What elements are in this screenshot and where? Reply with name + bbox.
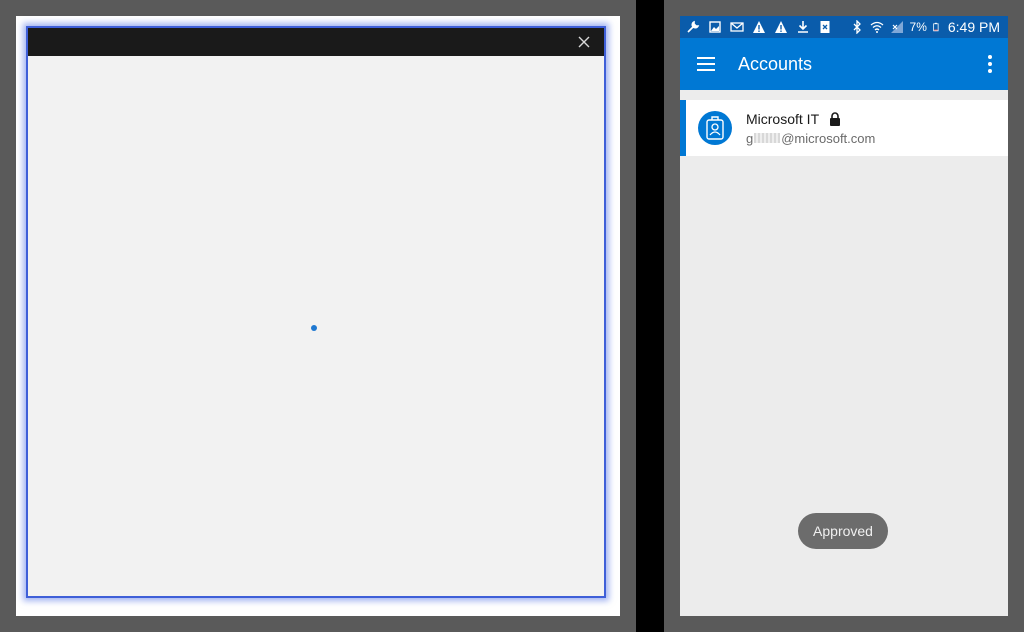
download-icon: [798, 21, 808, 33]
divider: [636, 0, 664, 632]
battery-percent: 7%: [909, 20, 927, 34]
app-bar: Accounts: [680, 38, 1008, 90]
warning-icon: [775, 21, 787, 33]
mail-icon: [730, 22, 744, 32]
email-domain: @microsoft.com: [781, 130, 876, 146]
sign-in-dialog: [26, 26, 606, 598]
close-icon[interactable]: [574, 32, 594, 52]
bluetooth-icon: [853, 20, 861, 34]
redacted-text: [754, 133, 781, 143]
lock-icon: [830, 111, 841, 126]
phone-background: 7% 6:49 PM Accounts Microsoft IT g @micr…: [664, 0, 1024, 632]
desktop-background: [0, 0, 636, 632]
loading-indicator: [311, 325, 317, 331]
hamburger-menu-icon[interactable]: [694, 52, 718, 76]
account-email: g @microsoft.com: [746, 131, 875, 146]
warning-icon: [753, 21, 765, 33]
toast-message: Approved: [798, 513, 888, 549]
email-prefix: g: [746, 130, 754, 146]
image-icon: [709, 21, 721, 33]
dialog-content: [28, 56, 604, 596]
wifi-icon: [870, 21, 883, 33]
phone-screen: 7% 6:49 PM Accounts Microsoft IT g @micr…: [680, 16, 1008, 616]
dialog-frame: [16, 16, 620, 616]
account-name: Microsoft IT: [746, 110, 820, 127]
status-bar: 7% 6:49 PM: [680, 16, 1008, 38]
file-icon: [820, 21, 830, 33]
dialog-titlebar: [28, 28, 604, 56]
signal-icon: [890, 21, 903, 33]
page-title: Accounts: [738, 53, 813, 74]
status-time: 6:49 PM: [947, 19, 1000, 35]
battery-icon: [933, 22, 939, 32]
more-options-icon[interactable]: [986, 52, 994, 76]
account-item[interactable]: Microsoft IT g @microsoft.com: [680, 100, 1008, 156]
id-badge-icon: [698, 111, 732, 145]
wrench-icon: [687, 20, 700, 33]
